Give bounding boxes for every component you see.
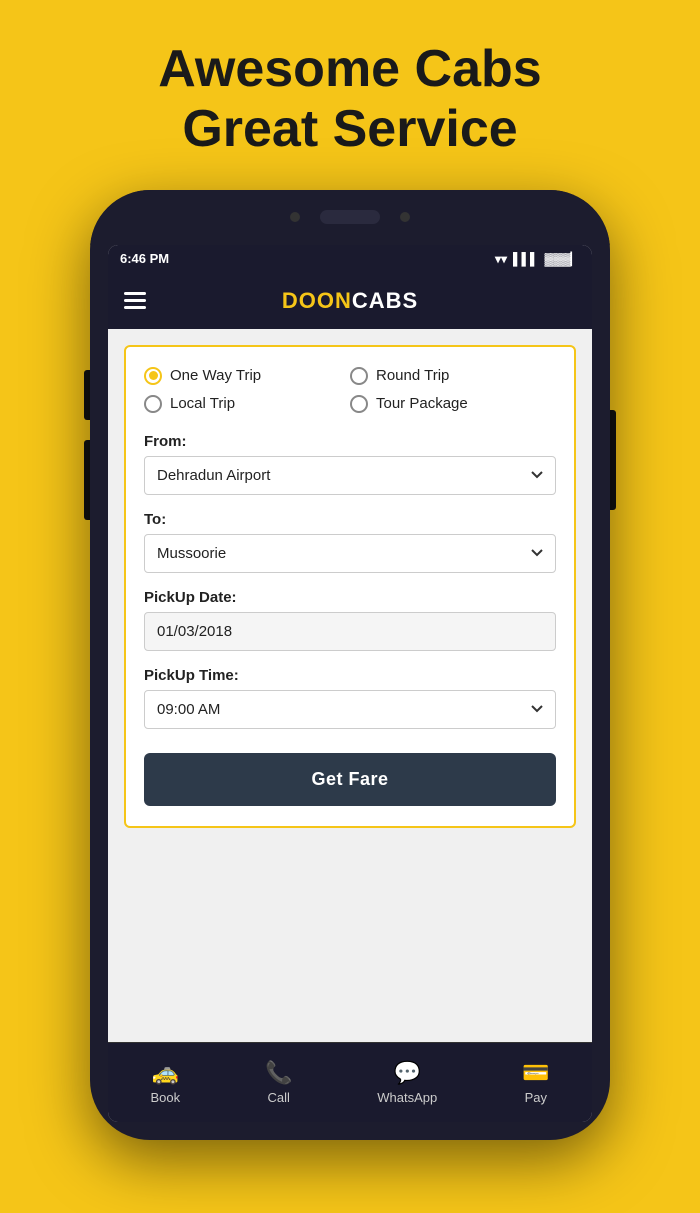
- radio-circle-tour: [350, 395, 368, 413]
- radio-label-tour: Tour Package: [376, 395, 468, 412]
- to-field-wrapper: To: Mussoorie: [144, 511, 556, 573]
- to-label: To:: [144, 511, 556, 528]
- pickup-date-wrapper: PickUp Date:: [144, 589, 556, 651]
- nav-pay[interactable]: 💳 Pay: [522, 1060, 549, 1105]
- app-header: DOONCABS: [108, 273, 592, 329]
- hamburger-menu[interactable]: [124, 292, 146, 309]
- pickup-time-label: PickUp Time:: [144, 667, 556, 684]
- radio-circle-one-way: [144, 367, 162, 385]
- hamburger-line1: [124, 292, 146, 295]
- phone-screen: 6:46 PM ▾▾ ▌▌▌ ▓▓▓▏ DOONCABS: [108, 245, 592, 1122]
- front-camera: [290, 212, 300, 222]
- hamburger-line2: [124, 299, 146, 302]
- speaker-grill: [320, 210, 380, 224]
- nav-pay-label: Pay: [525, 1090, 547, 1105]
- radio-label-one-way: One Way Trip: [170, 367, 261, 384]
- pickup-time-select[interactable]: 09:00 AM: [144, 690, 556, 729]
- hero-line1: Awesome Cabs: [158, 40, 541, 98]
- radio-circle-round: [350, 367, 368, 385]
- nav-whatsapp[interactable]: 💬 WhatsApp: [377, 1060, 437, 1105]
- radio-round-trip[interactable]: Round Trip: [350, 367, 556, 385]
- pickup-date-label: PickUp Date:: [144, 589, 556, 606]
- trip-type-group: One Way Trip Round Trip Local Trip: [144, 367, 556, 413]
- hero-line2: Great Service: [182, 100, 517, 158]
- app-content: One Way Trip Round Trip Local Trip: [108, 329, 592, 1042]
- radio-circle-local: [144, 395, 162, 413]
- from-field-wrapper: From: Dehradun Airport: [144, 433, 556, 495]
- hamburger-line3: [124, 306, 146, 309]
- hero-section: Awesome Cabs Great Service: [138, 0, 561, 180]
- side-button-right: [610, 410, 616, 510]
- radio-label-local: Local Trip: [170, 395, 235, 412]
- sensor: [400, 212, 410, 222]
- radio-label-round: Round Trip: [376, 367, 449, 384]
- from-select[interactable]: Dehradun Airport: [144, 456, 556, 495]
- get-fare-button[interactable]: Get Fare: [144, 753, 556, 806]
- battery-icon: ▓▓▓▏: [545, 252, 580, 266]
- app-logo: DOONCABS: [282, 288, 418, 314]
- logo-yellow: DOON: [282, 288, 352, 313]
- signal-icon: ▌▌▌: [513, 252, 539, 266]
- book-icon: 🚕: [152, 1060, 179, 1086]
- pickup-date-input[interactable]: [144, 612, 556, 651]
- bottom-navigation: 🚕 Book 📞 Call 💬 WhatsApp 💳 Pay: [108, 1042, 592, 1122]
- nav-book[interactable]: 🚕 Book: [150, 1060, 180, 1105]
- nav-book-label: Book: [150, 1090, 180, 1105]
- phone-mockup: 6:46 PM ▾▾ ▌▌▌ ▓▓▓▏ DOONCABS: [90, 190, 610, 1140]
- nav-whatsapp-label: WhatsApp: [377, 1090, 437, 1105]
- pay-icon: 💳: [522, 1060, 549, 1086]
- from-label: From:: [144, 433, 556, 450]
- status-icons: ▾▾ ▌▌▌ ▓▓▓▏: [495, 252, 580, 266]
- to-select[interactable]: Mussoorie: [144, 534, 556, 573]
- logo-white: CABS: [352, 288, 418, 313]
- booking-form-card: One Way Trip Round Trip Local Trip: [124, 345, 576, 828]
- radio-one-way-trip[interactable]: One Way Trip: [144, 367, 350, 385]
- pickup-time-wrapper: PickUp Time: 09:00 AM: [144, 667, 556, 729]
- wifi-icon: ▾▾: [495, 252, 507, 266]
- call-icon: 📞: [265, 1060, 292, 1086]
- radio-local-trip[interactable]: Local Trip: [144, 395, 350, 413]
- status-bar: 6:46 PM ▾▾ ▌▌▌ ▓▓▓▏: [108, 245, 592, 273]
- nav-call[interactable]: 📞 Call: [265, 1060, 292, 1105]
- time-display: 6:46 PM: [120, 251, 169, 266]
- phone-top-bar: [90, 190, 610, 245]
- radio-tour-package[interactable]: Tour Package: [350, 395, 556, 413]
- phone-shell: 6:46 PM ▾▾ ▌▌▌ ▓▓▓▏ DOONCABS: [90, 190, 610, 1140]
- whatsapp-icon: 💬: [394, 1060, 421, 1086]
- nav-call-label: Call: [267, 1090, 289, 1105]
